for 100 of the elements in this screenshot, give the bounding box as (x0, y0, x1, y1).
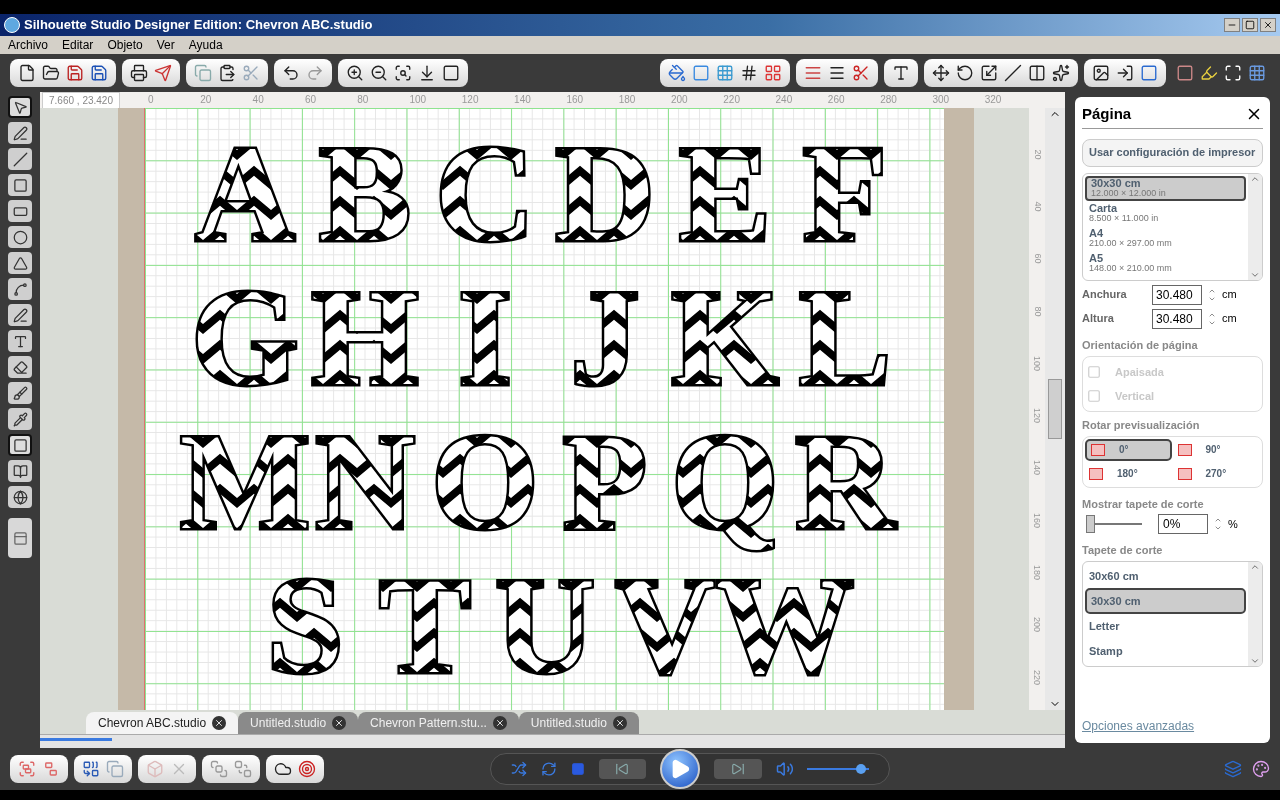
tool-button[interactable] (8, 408, 32, 430)
spinner-icon[interactable] (1214, 516, 1222, 532)
maximize-button[interactable] (1242, 18, 1258, 32)
paper-size-option[interactable]: Carta 8.500 × 11.000 in (1085, 200, 1246, 226)
menu-item[interactable]: Ver (156, 36, 175, 54)
tool-button[interactable] (8, 304, 32, 326)
list-scrollbar[interactable] (1248, 561, 1262, 666)
cutting-mat-option[interactable]: Stamp (1085, 638, 1246, 664)
dimension-field[interactable]: 30.480 (1152, 308, 1202, 329)
tool-button[interactable] (8, 96, 32, 118)
printer-settings-button[interactable]: Usar configuración de impresor (1082, 138, 1263, 167)
menu-item[interactable]: Objeto (107, 36, 143, 54)
volume-thumb[interactable] (856, 764, 867, 774)
zoom-selection-icon[interactable] (394, 64, 412, 82)
list-scrollbar[interactable] (1248, 173, 1262, 280)
tool-button[interactable] (8, 252, 32, 274)
send-to-back-icon[interactable] (234, 760, 252, 778)
print-icon[interactable] (130, 64, 148, 82)
fill-color-icon[interactable] (668, 64, 686, 82)
opacity-field[interactable]: 0% (1158, 514, 1208, 534)
text-style-icon[interactable] (892, 64, 910, 82)
menu-item[interactable]: Ayuda (188, 36, 223, 54)
paper-size-option[interactable]: A4 210.00 × 297.00 mm (1085, 225, 1246, 251)
previous-button[interactable] (598, 759, 647, 779)
bring-to-front-icon[interactable] (210, 760, 228, 778)
library-icon[interactable] (1092, 64, 1110, 82)
cutting-mat-option[interactable]: Letter (1085, 613, 1246, 639)
transform-icon[interactable] (932, 64, 950, 82)
globe-icon (12, 489, 28, 505)
tool-button[interactable] (8, 486, 32, 508)
close-icon[interactable] (332, 716, 347, 730)
tool-button[interactable] (8, 278, 32, 300)
unit-label: % (1228, 516, 1238, 532)
close-icon[interactable] (212, 716, 227, 730)
panel-toggle-button[interactable] (8, 518, 32, 558)
horizontal-scrollbar[interactable] (40, 734, 1065, 748)
ruler-label: 280 (880, 95, 898, 105)
cutting-mat-option[interactable]: 30x30 cm (1085, 588, 1246, 614)
minimize-button[interactable] (1224, 18, 1240, 32)
ruler-label: 60 (1032, 253, 1042, 264)
tool-button[interactable] (8, 330, 32, 352)
section-heading: Mostrar tapete de corte (1082, 496, 1205, 512)
scale-icon[interactable] (980, 64, 998, 82)
tool-button[interactable] (8, 382, 32, 404)
undo-icon[interactable] (282, 64, 300, 82)
rotation-option[interactable]: 180° (1085, 462, 1172, 485)
panel-layout-icon (12, 530, 28, 546)
cut-settings-icon[interactable] (852, 64, 870, 82)
tool-button[interactable] (8, 200, 32, 222)
paste-icon[interactable] (218, 64, 236, 82)
group-icon[interactable] (18, 760, 36, 778)
tool-button[interactable] (8, 122, 32, 144)
menu-item[interactable]: Archivo (8, 36, 48, 54)
rotation-option[interactable]: 90° (1173, 438, 1260, 461)
ruler-label: 140 (514, 95, 532, 105)
close-button[interactable] (1260, 18, 1276, 32)
slider-thumb[interactable] (1086, 515, 1095, 533)
tool-button[interactable] (8, 356, 32, 378)
close-icon[interactable] (612, 716, 627, 730)
new-file-icon[interactable] (18, 64, 36, 82)
rotation-option[interactable]: 270° (1173, 462, 1260, 485)
scroll-thumb[interactable] (1048, 379, 1062, 439)
document-tab[interactable]: Chevron ABC.studio (86, 712, 239, 734)
tool-button[interactable] (8, 148, 32, 170)
shuffle-icon[interactable] (511, 761, 527, 777)
pen-icon[interactable] (1200, 64, 1218, 82)
close-icon[interactable] (492, 716, 507, 730)
paper-size-option[interactable]: A5 148.00 × 210.00 mm (1085, 250, 1246, 276)
ruler-label: 200 (1032, 617, 1042, 633)
paper-size-option[interactable]: 30x30 cm 12.000 × 12.000 in (1085, 175, 1246, 201)
repeat-icon[interactable] (540, 761, 557, 777)
tool-button[interactable] (8, 226, 32, 248)
skip-forward-icon (730, 762, 745, 776)
tool-button[interactable] (8, 434, 32, 456)
rotate-icon[interactable] (956, 64, 974, 82)
fit-to-page-icon[interactable] (418, 64, 436, 82)
advanced-options-link[interactable]: Opciones avanzadas (1082, 717, 1263, 735)
ungroup-icon[interactable] (42, 760, 60, 778)
save-icon[interactable] (66, 64, 84, 82)
vertical-scrollbar[interactable] (1045, 108, 1065, 710)
cutting-mat-option[interactable]: 30x60 cm (1085, 563, 1246, 589)
redo-icon[interactable] (306, 64, 324, 82)
zoom-out-icon[interactable] (370, 64, 388, 82)
rotation-option[interactable]: 0° (1085, 438, 1172, 461)
dimension-field[interactable]: 30.480 (1152, 284, 1202, 305)
zoom-in-icon[interactable] (346, 64, 364, 82)
curve-icon (12, 281, 28, 297)
full-screen-icon[interactable] (1224, 64, 1242, 82)
paper-size-name: A4 (1089, 228, 1105, 239)
volume-icon[interactable] (775, 760, 794, 778)
open-folder-icon[interactable] (42, 64, 60, 82)
grid-icon[interactable] (1248, 64, 1266, 82)
close-icon (1263, 20, 1273, 30)
ellipse-icon (12, 229, 28, 245)
menu-item[interactable]: Editar (62, 36, 94, 54)
unit-label: cm (1222, 311, 1237, 327)
tool-button[interactable] (8, 460, 32, 482)
pattern-icon[interactable] (716, 64, 734, 82)
next-button[interactable] (714, 759, 762, 779)
play-button[interactable] (660, 749, 700, 789)
